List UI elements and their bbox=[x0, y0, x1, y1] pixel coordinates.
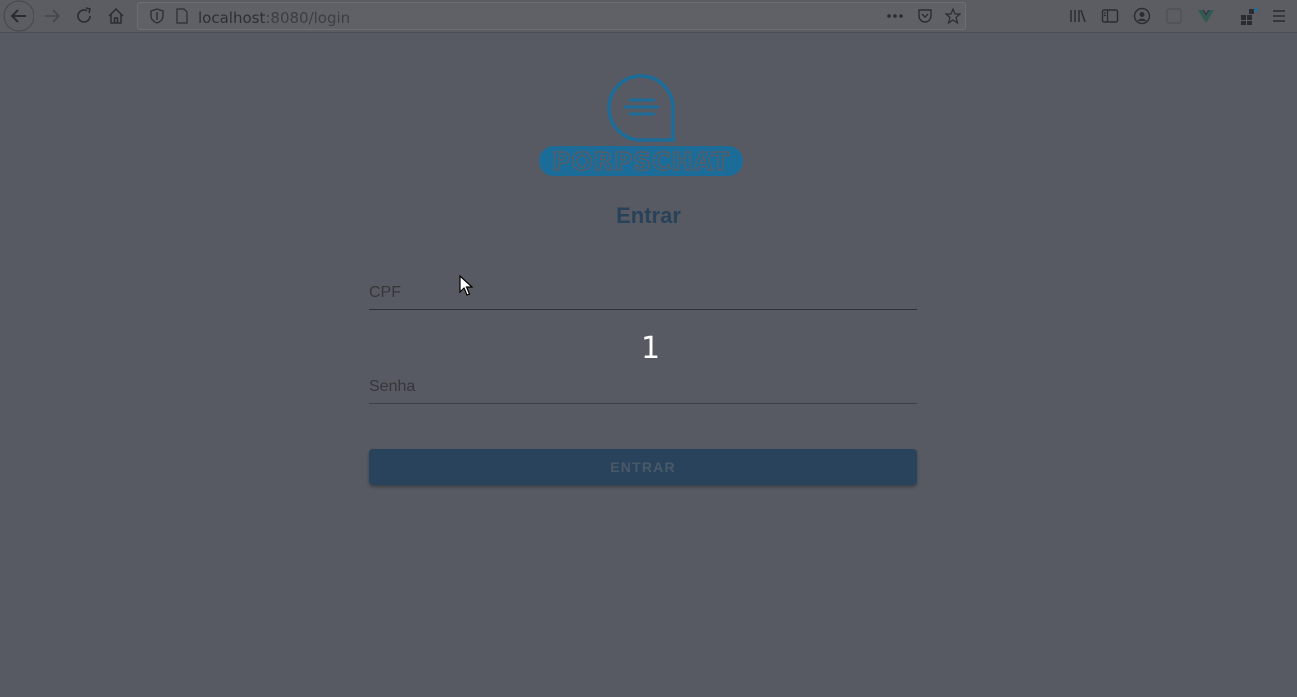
menu-button[interactable] bbox=[1263, 0, 1295, 32]
home-button[interactable] bbox=[100, 0, 132, 32]
back-button[interactable] bbox=[2, 0, 34, 32]
forward-icon bbox=[45, 9, 61, 23]
cpf-field bbox=[369, 270, 917, 310]
shield-icon[interactable] bbox=[144, 3, 170, 29]
password-field bbox=[369, 364, 917, 404]
url-path: :8080/login bbox=[265, 9, 351, 27]
account-icon bbox=[1133, 7, 1151, 25]
forward-button[interactable] bbox=[36, 0, 68, 32]
reload-icon bbox=[77, 7, 91, 23]
mouse-cursor-icon bbox=[459, 275, 473, 296]
url-host: localhost bbox=[198, 9, 266, 27]
bookmark-star-icon[interactable] bbox=[942, 3, 964, 29]
chat-bubble-logo-icon: PORPSCHAT bbox=[539, 74, 743, 177]
url-text[interactable]: localhost:8080/login bbox=[198, 9, 350, 27]
sidebar-icon bbox=[1101, 9, 1119, 23]
library-icon bbox=[1070, 9, 1086, 23]
extensions-icon bbox=[1241, 7, 1258, 25]
password-input[interactable] bbox=[369, 374, 917, 404]
menu-icon bbox=[1273, 10, 1285, 22]
extension-icon bbox=[1166, 8, 1182, 24]
sidebar-button[interactable] bbox=[1094, 0, 1126, 32]
back-icon bbox=[3, 0, 34, 32]
page-info-icon[interactable] bbox=[170, 3, 194, 29]
more-icon[interactable] bbox=[884, 3, 906, 29]
page-title: Entrar bbox=[616, 203, 681, 228]
step-number: 1 bbox=[640, 331, 661, 366]
library-button[interactable] bbox=[1062, 0, 1094, 32]
vue-devtools-icon bbox=[1198, 10, 1214, 23]
pocket-icon[interactable] bbox=[914, 3, 936, 29]
vue-devtools-button[interactable] bbox=[1190, 0, 1222, 32]
login-button[interactable]: ENTRAR bbox=[369, 449, 917, 485]
extension-button[interactable] bbox=[1158, 0, 1190, 32]
extensions-button[interactable] bbox=[1232, 0, 1264, 32]
home-icon bbox=[108, 7, 124, 24]
cpf-input[interactable] bbox=[369, 280, 917, 310]
url-bar[interactable]: localhost:8080/login bbox=[137, 2, 966, 30]
logo-text: PORPSCHAT bbox=[552, 147, 730, 176]
account-button[interactable] bbox=[1126, 0, 1158, 32]
reload-button[interactable] bbox=[68, 0, 100, 32]
browser-toolbar: localhost:8080/login bbox=[0, 0, 1297, 33]
porpschat-logo: PORPSCHAT bbox=[538, 72, 744, 178]
